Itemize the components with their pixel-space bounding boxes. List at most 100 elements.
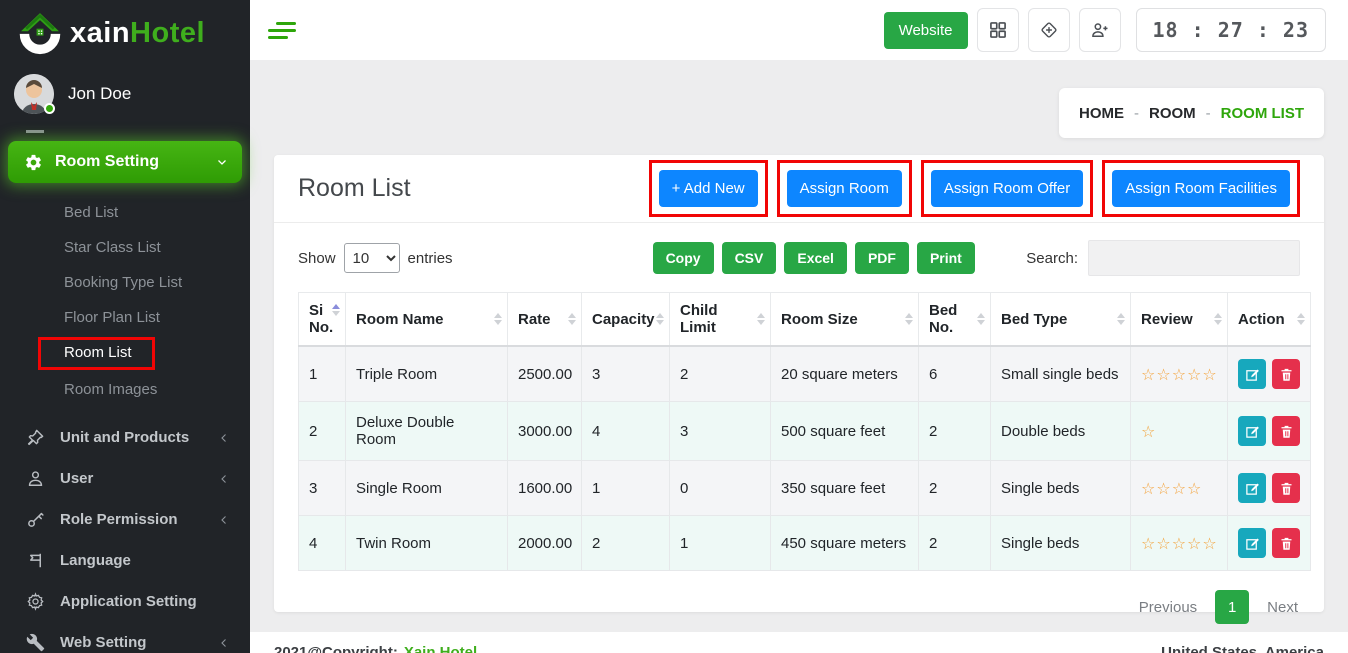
print-button[interactable]: Print — [917, 242, 975, 274]
annotation-box-assign-room-facilities: Assign Room Facilities — [1102, 160, 1300, 217]
cell-bed-type: Single beds — [991, 461, 1131, 516]
delete-button[interactable] — [1272, 528, 1300, 558]
col-capacity[interactable]: Capacity — [582, 293, 670, 347]
assign-room-facilities-button[interactable]: Assign Room Facilities — [1112, 170, 1290, 207]
cell-room-name: Deluxe Double Room — [346, 402, 508, 461]
add-new-button[interactable]: + Add New — [659, 170, 758, 207]
sidebar-item-language[interactable]: Language — [0, 540, 250, 581]
col-child-limit[interactable]: Child Limit — [670, 293, 771, 347]
sidebar-item-booking-type-list[interactable]: Booking Type List — [0, 265, 250, 300]
breadcrumb-room-list: ROOM LIST — [1221, 105, 1304, 122]
copy-button[interactable]: Copy — [653, 242, 714, 274]
edit-button[interactable] — [1238, 473, 1266, 503]
sort-icon — [1214, 313, 1222, 325]
assign-room-offer-button[interactable]: Assign Room Offer — [931, 170, 1083, 207]
col-rate[interactable]: Rate — [508, 293, 582, 347]
pagination: Previous 1 Next — [274, 571, 1324, 643]
next-page-button[interactable]: Next — [1267, 599, 1298, 616]
logo[interactable]: xainHotel — [0, 0, 250, 64]
sidebar-item-user[interactable]: User — [0, 458, 250, 499]
wrench-icon — [26, 633, 45, 652]
edit-button[interactable] — [1238, 528, 1266, 558]
cell-rate: 2000.00 — [508, 516, 582, 571]
footer-location: United States, America — [1161, 644, 1324, 653]
flag-icon — [26, 551, 45, 570]
cell-room-name: Single Room — [346, 461, 508, 516]
cell-room-name: Triple Room — [346, 346, 508, 402]
sidebar-item-room-setting[interactable]: Room Setting — [8, 141, 242, 183]
edit-button[interactable] — [1238, 359, 1266, 389]
export-buttons: Copy CSV Excel PDF Print — [653, 242, 975, 274]
annotation-box-add-new: + Add New — [649, 160, 768, 217]
edit-icon — [1245, 424, 1260, 439]
table-row: 1 Triple Room 2500.00 3 2 20 square mete… — [299, 346, 1311, 402]
chevron-left-icon — [218, 637, 230, 649]
breadcrumb-room[interactable]: ROOM — [1149, 105, 1196, 122]
user-profile[interactable]: Jon Doe — [0, 64, 250, 124]
sidebar-toggle-icon[interactable] — [268, 18, 296, 43]
sidebar-item-role-permission[interactable]: Role Permission — [0, 499, 250, 540]
sidebar-item-floor-plan-list[interactable]: Floor Plan List — [0, 300, 250, 335]
sort-icon — [656, 313, 664, 325]
cell-bed-type: Double beds — [991, 402, 1131, 461]
breadcrumb-separator: - — [1206, 105, 1211, 122]
hotel-logo-icon — [12, 8, 68, 58]
trash-icon — [1279, 481, 1294, 496]
edit-button[interactable] — [1238, 416, 1266, 446]
delete-button[interactable] — [1272, 416, 1300, 446]
sidebar-item-label: Room Setting — [55, 153, 216, 171]
col-room-name[interactable]: Room Name — [346, 293, 508, 347]
digital-clock: 18 : 27 : 23 — [1136, 8, 1327, 52]
gear-icon — [26, 592, 45, 611]
apps-grid-button[interactable] — [977, 8, 1019, 52]
show-entries: Show 10 entries — [298, 243, 453, 273]
col-si-no[interactable]: Si No. — [299, 293, 346, 347]
cell-rate: 2500.00 — [508, 346, 582, 402]
csv-button[interactable]: CSV — [722, 242, 777, 274]
col-action[interactable]: Action — [1228, 293, 1311, 347]
col-bed-type[interactable]: Bed Type — [991, 293, 1131, 347]
add-user-button[interactable] — [1079, 8, 1121, 52]
search-input[interactable] — [1088, 240, 1300, 276]
navigation-button[interactable] — [1028, 8, 1070, 52]
page-size-select[interactable]: 10 — [344, 243, 400, 273]
website-button[interactable]: Website — [884, 12, 968, 49]
sidebar-item-application-setting[interactable]: Application Setting — [0, 581, 250, 622]
sort-icon — [494, 313, 502, 325]
cell-room-size: 450 square meters — [771, 516, 919, 571]
assign-room-button[interactable]: Assign Room — [787, 170, 902, 207]
footer-brand-link[interactable]: Xain Hotel — [404, 644, 477, 653]
col-bed-no[interactable]: Bed No. — [919, 293, 991, 347]
sidebar-item-unit-and-products[interactable]: Unit and Products — [0, 417, 250, 458]
pdf-button[interactable]: PDF — [855, 242, 909, 274]
sidebar: xainHotel Jon Doe Room Setting Bed List … — [0, 0, 250, 653]
cell-si: 1 — [299, 346, 346, 402]
delete-button[interactable] — [1272, 359, 1300, 389]
sidebar-item-room-list[interactable]: Room List — [64, 344, 132, 361]
table-row: 2 Deluxe Double Room 3000.00 4 3 500 squ… — [299, 402, 1311, 461]
sidebar-item-room-images[interactable]: Room Images — [0, 372, 250, 407]
sort-icon — [1297, 313, 1305, 325]
search-label: Search: — [1026, 250, 1078, 267]
avatar — [14, 74, 54, 114]
trash-icon — [1279, 367, 1294, 382]
sidebar-menu: Unit and Products User Role Permission L… — [0, 411, 250, 653]
edit-icon — [1245, 481, 1260, 496]
col-room-size[interactable]: Room Size — [771, 293, 919, 347]
chevron-down-icon — [216, 156, 228, 168]
sidebar-item-star-class-list[interactable]: Star Class List — [0, 230, 250, 265]
cell-bed-no: 2 — [919, 461, 991, 516]
previous-page-button[interactable]: Previous — [1139, 599, 1197, 616]
breadcrumb-separator: - — [1134, 105, 1139, 122]
breadcrumb-home[interactable]: HOME — [1079, 105, 1124, 122]
cell-capacity: 1 — [582, 461, 670, 516]
col-review[interactable]: Review — [1131, 293, 1228, 347]
cell-capacity: 2 — [582, 516, 670, 571]
excel-button[interactable]: Excel — [784, 242, 847, 274]
sidebar-item-web-setting[interactable]: Web Setting — [0, 622, 250, 653]
delete-button[interactable] — [1272, 473, 1300, 503]
current-page-button[interactable]: 1 — [1215, 590, 1249, 624]
sidebar-item-bed-list[interactable]: Bed List — [0, 195, 250, 230]
cell-capacity: 3 — [582, 346, 670, 402]
annotation-box-room-list: Room List — [38, 337, 155, 370]
